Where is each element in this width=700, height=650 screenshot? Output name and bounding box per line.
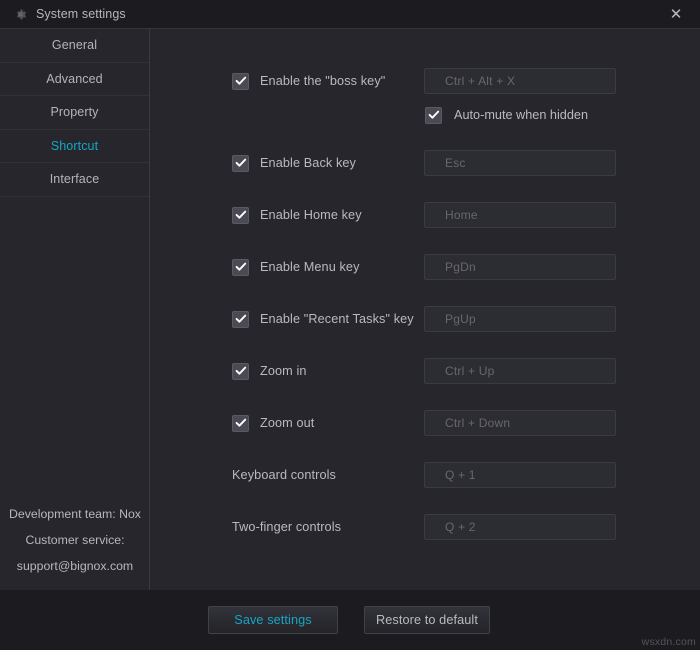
- sidebar-item-advanced[interactable]: Advanced: [0, 63, 149, 96]
- shortcut-row-label: Zoom in: [260, 364, 307, 378]
- enable-home-key-checkbox[interactable]: [232, 206, 249, 224]
- keyboard-controls-value: Q + 1: [445, 468, 476, 482]
- shortcut-row: Zoom out Ctrl + Down: [151, 410, 700, 436]
- home-key-input[interactable]: Home: [424, 202, 616, 228]
- shortcut-row: Enable Home key Home: [151, 202, 700, 228]
- close-icon[interactable]: ✕: [660, 2, 692, 26]
- footer-bar: Save settings Restore to default wsxdn.c…: [0, 590, 700, 650]
- enable-back-key-checkbox[interactable]: [232, 154, 249, 172]
- sidebar-item-interface[interactable]: Interface: [0, 163, 149, 197]
- watermark: wsxdn.com: [641, 636, 696, 648]
- menu-key-value: PgDn: [445, 260, 476, 274]
- two-finger-controls-input[interactable]: Q + 2: [424, 514, 616, 540]
- zoom-out-checkbox[interactable]: [232, 414, 249, 432]
- zoom-in-value: Ctrl + Up: [445, 364, 495, 378]
- sidebar-item-shortcut[interactable]: Shortcut: [0, 130, 149, 163]
- shortcut-row-label: Two-finger controls: [232, 520, 342, 534]
- shortcut-row: Keyboard controls Q + 1: [151, 462, 700, 488]
- enable-boss-key-checkbox[interactable]: [232, 72, 249, 90]
- sidebar-item-label: Property: [50, 105, 99, 120]
- back-key-value: Esc: [445, 156, 466, 170]
- shortcut-row-label: Zoom out: [260, 416, 315, 430]
- zoom-out-value: Ctrl + Down: [445, 416, 511, 430]
- enable-menu-key-checkbox[interactable]: [232, 258, 249, 276]
- sidebar-item-label: Advanced: [46, 71, 103, 86]
- save-settings-button[interactable]: Save settings: [208, 606, 338, 634]
- auto-mute-label: Auto-mute when hidden: [454, 108, 589, 122]
- recent-tasks-key-value: PgUp: [445, 312, 476, 326]
- enable-recent-tasks-key-checkbox[interactable]: [232, 310, 249, 328]
- sidebar: General Advanced Property Shortcut Inter…: [0, 29, 150, 591]
- menu-key-input[interactable]: PgDn: [424, 254, 616, 280]
- shortcut-row-label: Enable the "boss key": [260, 74, 386, 88]
- window-title: System settings: [36, 7, 126, 21]
- support-email-text: support@bignox.com: [16, 559, 134, 573]
- sidebar-item-property[interactable]: Property: [0, 96, 149, 130]
- dev-team-text: Development team: Nox: [9, 507, 141, 521]
- zoom-out-input[interactable]: Ctrl + Down: [424, 410, 616, 436]
- system-settings-window: System settings ✕ General Advanced Prope…: [0, 0, 700, 650]
- shortcut-row: Enable Menu key PgDn: [151, 254, 700, 280]
- zoom-in-input[interactable]: Ctrl + Up: [424, 358, 616, 384]
- shortcut-row-label: Enable Home key: [260, 208, 362, 222]
- sidebar-item-label: Shortcut: [50, 138, 99, 153]
- shortcut-row-label: Enable Back key: [260, 156, 357, 170]
- gear-icon: [16, 9, 27, 19]
- two-finger-controls-value: Q + 2: [445, 520, 476, 534]
- sidebar-item-label: Interface: [49, 172, 100, 187]
- shortcut-row-label: Keyboard controls: [232, 468, 336, 482]
- recent-tasks-key-input[interactable]: PgUp: [424, 306, 616, 332]
- home-key-value: Home: [445, 208, 478, 222]
- boss-key-value: Ctrl + Alt + X: [445, 74, 516, 88]
- restore-default-button[interactable]: Restore to default: [364, 606, 490, 634]
- shortcut-row: Enable "Recent Tasks" key PgUp: [151, 306, 700, 332]
- shortcut-row-label: Enable Menu key: [260, 260, 360, 274]
- auto-mute-checkbox[interactable]: [425, 106, 442, 124]
- shortcut-settings-panel: Enable the "boss key" Ctrl + Alt + X Aut…: [151, 29, 700, 591]
- boss-key-input[interactable]: Ctrl + Alt + X: [424, 68, 616, 94]
- back-key-input[interactable]: Esc: [424, 150, 616, 176]
- shortcut-row: Enable the "boss key" Ctrl + Alt + X: [151, 68, 700, 94]
- sidebar-footer: Development team: Nox Customer service: …: [0, 501, 150, 579]
- shortcut-row: Zoom in Ctrl + Up: [151, 358, 700, 384]
- keyboard-controls-input[interactable]: Q + 1: [424, 462, 616, 488]
- zoom-in-checkbox[interactable]: [232, 362, 249, 380]
- automute-row: Auto-mute when hidden: [151, 104, 700, 126]
- shortcut-row: Two-finger controls Q + 2: [151, 514, 700, 540]
- sidebar-item-general[interactable]: General: [0, 29, 149, 63]
- shortcut-row: Enable Back key Esc: [151, 150, 700, 176]
- shortcut-row-label: Enable "Recent Tasks" key: [260, 312, 414, 326]
- customer-service-text: Customer service:: [25, 533, 125, 547]
- sidebar-item-label: General: [51, 38, 98, 53]
- settings-body: General Advanced Property Shortcut Inter…: [0, 28, 700, 591]
- title-bar: System settings ✕: [0, 0, 700, 28]
